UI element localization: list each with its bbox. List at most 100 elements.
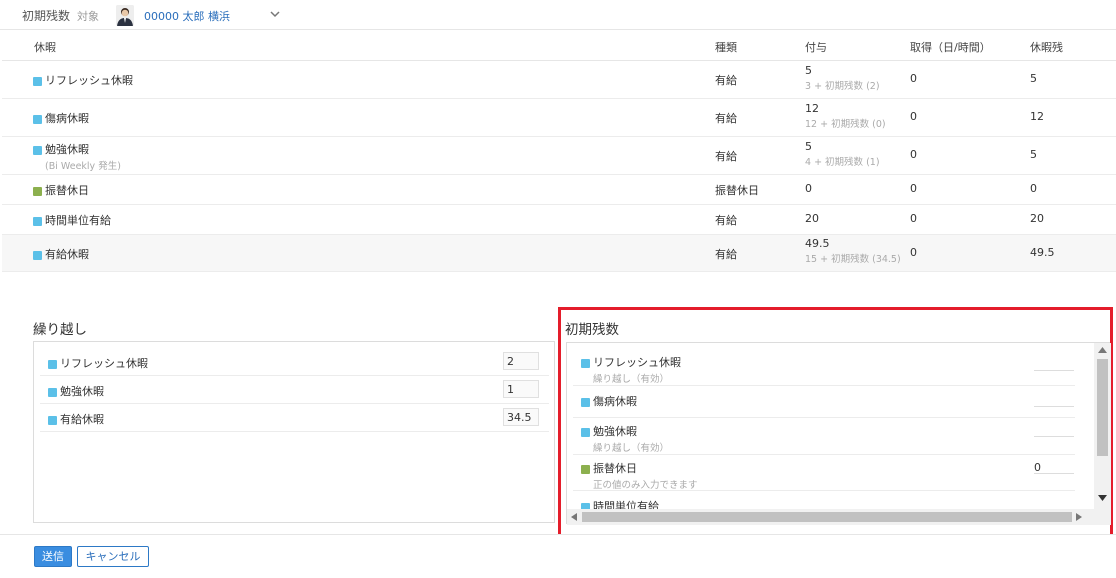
leave-name-text: 傷病休暇 bbox=[45, 112, 89, 125]
initial-balance-name: リフレッシュ休暇 bbox=[593, 356, 681, 369]
granted-breakdown: 3 + 初期残数 (2) bbox=[805, 81, 880, 92]
leave-type: 有給 bbox=[715, 150, 737, 163]
initial-balance-input[interactable]: 0 bbox=[1034, 461, 1041, 474]
initial-balance-name: 振替休日 bbox=[593, 462, 637, 475]
table-row: リフレッシュ休暇 有給 5 3 + 初期残数 (2) 0 5 bbox=[2, 61, 1116, 99]
list-item: 勉強休暇 繰り越し（有効） bbox=[573, 418, 1075, 455]
initial-balance-name: 時間単位有給 bbox=[593, 500, 659, 509]
leave-name: 有給休暇 bbox=[33, 246, 89, 262]
leave-name-text: リフレッシュ休暇 bbox=[45, 74, 133, 87]
leave-name-text: 有給休暇 bbox=[45, 248, 89, 261]
initial-balance-label: 傷病休暇 bbox=[581, 393, 637, 409]
granted-breakdown: 12 + 初期残数 (0) bbox=[805, 119, 886, 130]
leave-taken: 0 bbox=[910, 72, 917, 85]
carry-forward-input[interactable]: 2 bbox=[503, 352, 539, 370]
leave-color-swatch bbox=[33, 186, 42, 196]
leave-color-swatch bbox=[581, 358, 590, 368]
leave-table-header: 休暇 種類 付与 取得（日/時間） 休暇残 bbox=[2, 30, 1116, 61]
initial-balance-name: 傷病休暇 bbox=[593, 395, 637, 408]
leave-taken: 0 bbox=[910, 110, 917, 123]
leave-name: 勉強休暇 (Bi Weekly 発生) bbox=[33, 141, 121, 172]
leave-color-swatch bbox=[48, 387, 57, 397]
leave-color-swatch bbox=[33, 216, 42, 226]
scroll-left-arrow-icon bbox=[571, 513, 577, 521]
leave-type: 有給 bbox=[715, 248, 737, 261]
leave-name: リフレッシュ休暇 bbox=[33, 72, 133, 88]
leave-name: 時間単位有給 bbox=[33, 212, 111, 228]
initial-balance-scroll-area[interactable]: リフレッシュ休暇 繰り越し（有効） 傷病休暇 勉強休暇 繰り越し（有効） 振替休日正… bbox=[567, 343, 1094, 509]
horizontal-scrollbar[interactable] bbox=[567, 509, 1111, 525]
initial-balance-input[interactable] bbox=[1034, 436, 1074, 437]
form-footer: 送信 キャンセル bbox=[0, 534, 1116, 578]
column-taken: 取得（日/時間） bbox=[910, 41, 991, 54]
initial-balance-name: 勉強休暇 bbox=[593, 425, 637, 438]
vertical-scroll-thumb[interactable] bbox=[1097, 359, 1108, 456]
list-item: 傷病休暇 bbox=[573, 386, 1075, 418]
granted-value: 49.5 bbox=[805, 237, 830, 250]
vertical-scrollbar[interactable] bbox=[1094, 343, 1111, 509]
leave-remaining: 5 bbox=[1030, 148, 1037, 161]
page-header: 初期残数 対象 00000 太郎 横浜 bbox=[0, 0, 1116, 30]
list-item: 有給休暇 34.5 bbox=[40, 404, 549, 432]
initial-balance-label: リフレッシュ休暇 繰り越し（有効） bbox=[581, 354, 681, 385]
leave-granted: 20 bbox=[805, 212, 819, 225]
leave-granted: 49.5 15 + 初期残数 (34.5) bbox=[805, 237, 901, 265]
leave-color-swatch bbox=[581, 427, 590, 437]
leave-remaining: 5 bbox=[1030, 72, 1037, 85]
list-item: 時間単位有給 bbox=[573, 491, 1075, 509]
carry-forward-name: リフレッシュ休暇 bbox=[60, 357, 148, 370]
cancel-button[interactable]: キャンセル bbox=[77, 546, 149, 567]
leave-type: 有給 bbox=[715, 74, 737, 87]
leave-name: 振替休日 bbox=[33, 182, 89, 198]
leave-remaining: 49.5 bbox=[1030, 246, 1055, 259]
leave-granted: 12 12 + 初期残数 (0) bbox=[805, 102, 886, 130]
leave-note: (Bi Weekly 発生) bbox=[45, 161, 121, 172]
leave-remaining: 0 bbox=[1030, 182, 1037, 195]
initial-balance-title: 初期残数 bbox=[565, 322, 619, 338]
table-row: 振替休日 振替休日 0 0 0 bbox=[2, 175, 1116, 205]
carry-forward-input[interactable]: 1 bbox=[503, 380, 539, 398]
table-row: 時間単位有給 有給 20 0 20 bbox=[2, 205, 1116, 235]
table-row: 有給休暇 有給 49.5 15 + 初期残数 (34.5) 0 49.5 bbox=[2, 235, 1116, 272]
leave-granted: 5 4 + 初期残数 (1) bbox=[805, 140, 880, 168]
granted-value: 5 bbox=[805, 64, 812, 77]
horizontal-scroll-thumb[interactable] bbox=[582, 512, 1072, 522]
carry-forward-label: 有給休暇 bbox=[48, 411, 104, 427]
leave-type: 有給 bbox=[715, 112, 737, 125]
initial-balance-label: 時間単位有給 bbox=[581, 498, 659, 509]
person-avatar-icon bbox=[116, 5, 134, 26]
chevron-down-icon[interactable] bbox=[270, 9, 280, 19]
initial-balance-input[interactable] bbox=[1034, 406, 1074, 407]
leave-color-swatch bbox=[33, 114, 42, 124]
scroll-down-arrow-icon bbox=[1098, 495, 1107, 501]
carry-forward-title: 繰り越し bbox=[33, 322, 87, 338]
list-item: 振替休日 正の値のみ入力できます 0 bbox=[573, 455, 1075, 491]
granted-breakdown: 4 + 初期残数 (1) bbox=[805, 157, 880, 168]
leave-remaining: 20 bbox=[1030, 212, 1044, 225]
initial-balance-input[interactable] bbox=[1034, 370, 1074, 371]
leave-color-swatch bbox=[48, 415, 57, 425]
leave-name-text: 勉強休暇 bbox=[45, 143, 89, 156]
initial-balance-label: 勉強休暇 繰り越し（有効） bbox=[581, 423, 669, 454]
carry-forward-name: 有給休暇 bbox=[60, 413, 104, 426]
carry-forward-input[interactable]: 34.5 bbox=[503, 408, 539, 426]
list-item: リフレッシュ休暇 繰り越し（有効） bbox=[573, 349, 1075, 386]
submit-button[interactable]: 送信 bbox=[34, 546, 72, 567]
granted-value: 5 bbox=[805, 140, 812, 153]
leave-granted: 0 bbox=[805, 182, 812, 195]
leave-name-text: 時間単位有給 bbox=[45, 214, 111, 227]
table-row: 勉強休暇 (Bi Weekly 発生) 有給 5 4 + 初期残数 (1) 0 5 bbox=[2, 137, 1116, 175]
list-item: 勉強休暇 1 bbox=[40, 376, 549, 404]
leave-taken: 0 bbox=[910, 212, 917, 225]
target-person-link[interactable]: 00000 太郎 横浜 bbox=[144, 8, 230, 24]
carry-forward-label: 勉強休暇 bbox=[48, 383, 104, 399]
leave-color-swatch bbox=[33, 76, 42, 86]
leave-granted: 5 3 + 初期残数 (2) bbox=[805, 64, 880, 92]
target-label: 対象 bbox=[77, 10, 99, 23]
table-row: 傷病休暇 有給 12 12 + 初期残数 (0) 0 12 bbox=[2, 99, 1116, 137]
leave-name: 傷病休暇 bbox=[33, 110, 89, 126]
leave-taken: 0 bbox=[910, 148, 917, 161]
column-remaining: 休暇残 bbox=[1030, 41, 1063, 54]
leave-taken: 0 bbox=[910, 182, 917, 195]
carry-forward-panel: リフレッシュ休暇 2 勉強休暇 1 有給休暇 34.5 bbox=[33, 341, 555, 523]
